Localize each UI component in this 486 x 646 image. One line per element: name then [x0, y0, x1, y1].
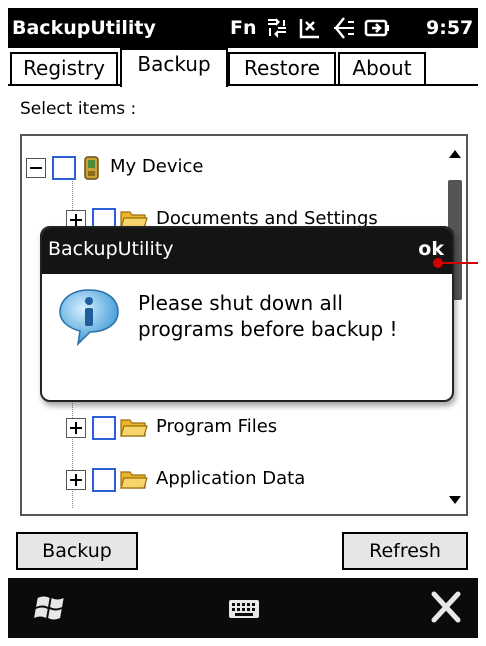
- dialog-message-line: programs before backup !: [138, 317, 398, 341]
- tree-item-label: My Device: [110, 156, 204, 177]
- volume-icon[interactable]: [330, 16, 356, 40]
- device-icon: [84, 156, 99, 180]
- tab-registry[interactable]: Registry: [10, 52, 118, 84]
- battery-icon[interactable]: [364, 16, 390, 40]
- select-items-label: Select items :: [20, 99, 137, 119]
- device-screen: BackupUtility Fn 9:57 Registry Backup Re…: [8, 8, 478, 638]
- callout-line: [440, 262, 478, 264]
- tab-restore[interactable]: Restore: [228, 52, 336, 84]
- app-title: BackupUtility: [12, 17, 156, 39]
- dialog-message: Please shut down all programs before bac…: [138, 290, 438, 342]
- tab-bar: Registry Backup Restore About: [8, 48, 478, 87]
- scroll-down-icon[interactable]: [449, 496, 461, 504]
- tree-item-my-device[interactable]: My Device: [26, 150, 426, 184]
- ok-button[interactable]: ok: [418, 238, 444, 260]
- info-icon: [59, 289, 119, 347]
- backup-button[interactable]: Backup: [16, 532, 138, 570]
- tree-item-program-files[interactable]: Program Files: [66, 410, 446, 444]
- keyboard-icon[interactable]: [226, 578, 262, 638]
- checkbox[interactable]: [52, 156, 76, 180]
- checkbox[interactable]: [92, 468, 116, 492]
- tree-item-application-data[interactable]: Application Data: [66, 462, 446, 496]
- dialog-message-line: Please shut down all: [138, 291, 343, 315]
- scroll-up-icon[interactable]: [449, 150, 461, 158]
- dialog-title-bar: BackupUtility ok: [42, 228, 452, 274]
- bottom-bar: [8, 578, 478, 638]
- status-bar: BackupUtility Fn 9:57: [8, 8, 478, 48]
- fn-indicator: Fn: [230, 17, 257, 39]
- tree-item-label: Application Data: [156, 468, 306, 489]
- expand-icon[interactable]: [66, 418, 86, 438]
- signal-icon[interactable]: [298, 16, 324, 40]
- network-sync-icon[interactable]: [264, 16, 290, 40]
- checkbox[interactable]: [92, 416, 116, 440]
- windows-start-icon[interactable]: [30, 578, 70, 638]
- expand-icon[interactable]: [66, 470, 86, 490]
- tab-about[interactable]: About: [338, 52, 426, 84]
- tab-backup[interactable]: Backup: [120, 48, 228, 87]
- close-icon[interactable]: [426, 578, 466, 638]
- folder-icon: [120, 471, 148, 489]
- tree-item-label: Program Files: [156, 416, 278, 437]
- collapse-icon[interactable]: [26, 158, 46, 178]
- dialog-title: BackupUtility: [48, 238, 174, 260]
- folder-icon: [120, 419, 148, 437]
- refresh-button[interactable]: Refresh: [342, 532, 468, 570]
- clock[interactable]: 9:57: [426, 17, 473, 39]
- message-dialog: BackupUtility ok Please shut down all pr…: [40, 226, 454, 402]
